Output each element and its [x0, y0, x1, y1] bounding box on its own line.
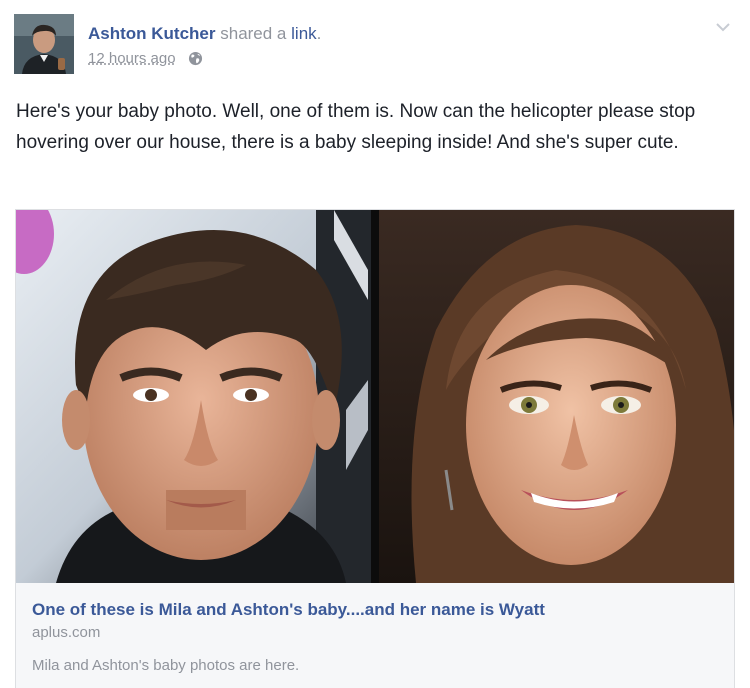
- globe-icon[interactable]: [188, 51, 203, 71]
- post-message: Here's your baby photo. Well, one of the…: [16, 101, 696, 153]
- post-header: Ashton Kutcher shared a link.: [88, 24, 321, 44]
- link-preview-image[interactable]: [16, 210, 734, 583]
- link-title[interactable]: One of these is Mila and Ashton's baby..…: [32, 600, 545, 620]
- action-link[interactable]: link: [291, 24, 317, 43]
- feed-post: Ashton Kutcher shared a link. 12 hours a…: [0, 0, 750, 688]
- chevron-down-icon[interactable]: [714, 20, 732, 34]
- action-suffix: .: [316, 24, 322, 43]
- link-preview-card[interactable]: One of these is Mila and Ashton's baby..…: [15, 209, 735, 688]
- link-description: Mila and Ashton's baby photos are here.: [32, 657, 300, 674]
- timestamp[interactable]: 12 hours ago: [88, 50, 176, 67]
- post-meta: 12 hours ago: [88, 50, 203, 71]
- post-action: shared a link.: [220, 24, 321, 43]
- avatar-image: [14, 14, 74, 74]
- avatar[interactable]: [14, 14, 74, 74]
- portraits-image: [16, 210, 734, 583]
- action-text: shared a: [220, 24, 287, 43]
- author-name[interactable]: Ashton Kutcher: [88, 24, 216, 43]
- link-domain: aplus.com: [32, 624, 101, 641]
